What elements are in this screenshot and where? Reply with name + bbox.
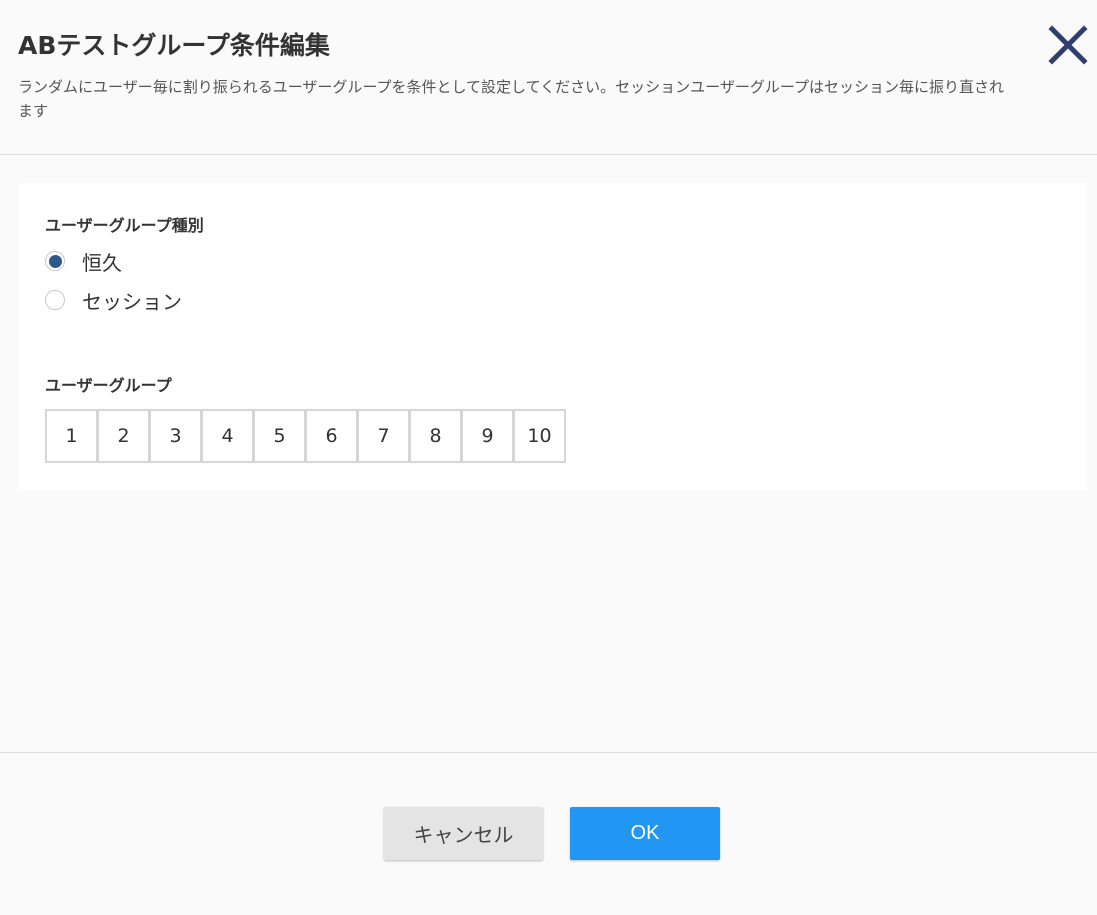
radio-option-session[interactable]: セッション (45, 287, 182, 314)
dialog-description: ランダムにユーザー毎に割り振られるユーザーグループを条件として設定してください。… (18, 78, 1004, 120)
ok-button[interactable]: OK (570, 807, 720, 860)
ab-test-group-dialog: ABテストグループ条件編集 ランダムにユーザー毎に割り振られるユーザーグループを… (0, 0, 1097, 915)
dialog-title: ABテストグループ条件編集 (18, 31, 330, 60)
radio-option-permanent[interactable]: 恒久 (45, 248, 122, 275)
user-group-button-6[interactable]: 6 (305, 409, 358, 463)
footer-divider (0, 752, 1097, 753)
radio-label-session: セッション (82, 289, 182, 314)
user-group-button-1[interactable]: 1 (45, 409, 98, 463)
user-group-button-bar: 1 2 3 4 5 6 7 8 9 10 (45, 409, 566, 463)
cancel-button[interactable]: キャンセル (384, 807, 543, 860)
user-group-button-10[interactable]: 10 (513, 409, 566, 463)
user-group-button-3[interactable]: 3 (149, 409, 202, 463)
radio-label-permanent: 恒久 (82, 250, 122, 275)
close-button[interactable] (1048, 25, 1088, 65)
user-group-button-7[interactable]: 7 (357, 409, 410, 463)
user-group-button-4[interactable]: 4 (201, 409, 254, 463)
user-group-button-2[interactable]: 2 (97, 409, 150, 463)
radio-button-session[interactable] (45, 290, 65, 310)
user-group-type-label: ユーザーグループ種別 (45, 216, 204, 235)
dialog-header: ABテストグループ条件編集 ランダムにユーザー毎に割り振られるユーザーグループを… (0, 0, 1097, 155)
close-icon (1048, 25, 1088, 65)
radio-button-permanent[interactable] (45, 251, 65, 271)
settings-panel: ユーザーグループ種別 恒久 セッション ユーザーグループ 1 2 3 4 5 6… (18, 183, 1087, 490)
user-group-button-8[interactable]: 8 (409, 409, 462, 463)
user-group-button-5[interactable]: 5 (253, 409, 306, 463)
user-group-label: ユーザーグループ (45, 376, 172, 395)
user-group-button-9[interactable]: 9 (461, 409, 514, 463)
